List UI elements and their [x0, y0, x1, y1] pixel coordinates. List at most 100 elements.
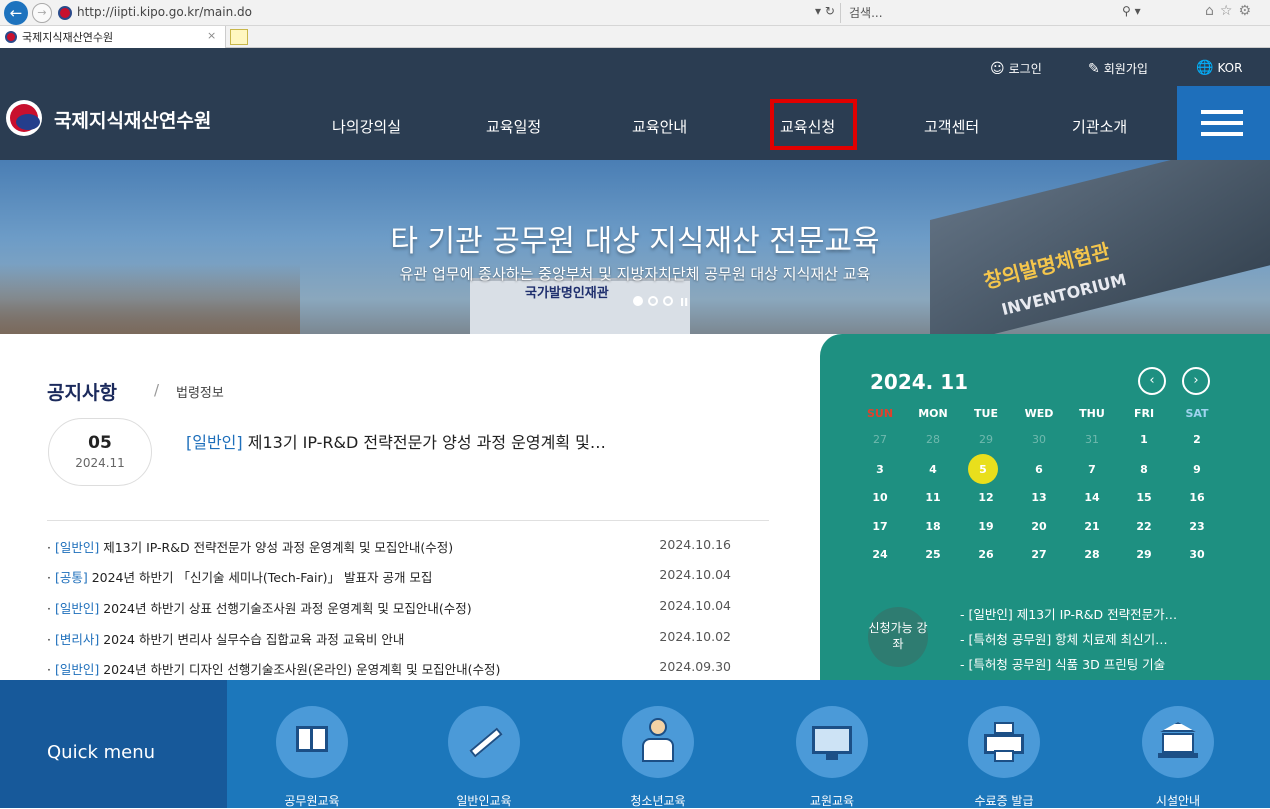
calendar-day[interactable]: 30 — [1182, 548, 1212, 561]
logo-text: 국제지식재산연수원 — [54, 110, 212, 132]
new-tab-button[interactable] — [230, 29, 248, 45]
notice-row[interactable]: · [일반인] 2024년 하반기 디자인 선행기술조사원(온라인) 운영계획 … — [47, 659, 769, 681]
pause-icon[interactable]: II — [680, 296, 688, 309]
notice-tab[interactable]: 공지사항 — [47, 378, 117, 405]
calendar-day[interactable]: 26 — [971, 548, 1001, 561]
notice-row[interactable]: · [공통] 2024년 하반기 「신기술 세미나(Tech-Fair)」 발표… — [47, 567, 769, 589]
calendar-day[interactable]: 20 — [1024, 520, 1054, 533]
hero-banner[interactable]: 국가발명인재관 창의발명체험관 INVENTORIUM 타 기관 공무원 대상 … — [0, 160, 1270, 334]
forward-arrow-icon[interactable]: → — [32, 3, 52, 23]
dow-tue: TUE — [974, 407, 998, 420]
calendar-day[interactable]: 31 — [1077, 433, 1107, 446]
slider-dot[interactable] — [633, 296, 643, 306]
slider-dot[interactable] — [663, 296, 673, 306]
calendar-day[interactable]: 18 — [918, 520, 948, 533]
prev-month-icon[interactable]: ‹ — [1138, 367, 1166, 395]
notice-date: 2024.10.16 — [659, 537, 731, 552]
quick-item-public-servant[interactable]: 공무원교육 — [252, 706, 372, 809]
apply-course-link[interactable]: - [특허청 공무원] 항체 치료제 최신기… — [960, 629, 1168, 648]
featured-year-month: 2024.11 — [75, 456, 125, 470]
notice-date: 2024.10.02 — [659, 629, 731, 644]
calendar-day[interactable]: 19 — [971, 520, 1001, 533]
calendar-day[interactable]: 7 — [1077, 463, 1107, 476]
apply-course-link[interactable]: - [일반인] 제13기 IP-R&D 전략전문가… — [960, 604, 1177, 623]
calendar-panel: 2024. 11 ‹ › SUN MON TUE WED THU FRI SAT… — [820, 334, 1270, 680]
calendar-day-today[interactable]: 5 — [968, 463, 998, 476]
calendar-day[interactable]: 12 — [971, 491, 1001, 504]
calendar-day[interactable]: 9 — [1182, 463, 1212, 476]
book-icon — [276, 706, 348, 778]
login-link[interactable]: ☺ 로그인 — [990, 60, 1042, 77]
nav-guide[interactable]: 교육안내 — [632, 116, 687, 137]
calendar-day[interactable]: 28 — [1077, 548, 1107, 561]
calendar-day[interactable]: 14 — [1077, 491, 1107, 504]
calendar-day[interactable]: 27 — [865, 433, 895, 446]
notice-row[interactable]: · [변리사] 2024 하반기 변리사 실무수습 집합교육 과정 교육비 안내… — [47, 629, 769, 651]
nav-support[interactable]: 고객센터 — [924, 116, 979, 137]
globe-icon: 🌐 — [1196, 60, 1214, 76]
monitor-icon — [796, 706, 868, 778]
back-arrow-icon[interactable]: ← — [4, 1, 28, 25]
calendar-day[interactable]: 1 — [1129, 433, 1159, 446]
address-bar[interactable]: http://iipti.kipo.go.kr/main.do — [77, 5, 252, 19]
refresh-icon[interactable]: ▾ ↻ — [815, 4, 835, 18]
notice-date: 2024.10.04 — [659, 598, 731, 613]
featured-notice-link[interactable]: [일반인] 제13기 IP-R&D 전략전문가 양성 과정 운영계획 및… — [186, 429, 606, 453]
pencil-icon — [448, 706, 520, 778]
building-icon — [1142, 706, 1214, 778]
nav-my-classroom[interactable]: 나의강의실 — [332, 116, 401, 137]
calendar-day[interactable]: 2 — [1182, 433, 1212, 446]
calendar-day[interactable]: 6 — [1024, 463, 1054, 476]
highlight-box — [770, 99, 857, 150]
quick-item-facility[interactable]: 시설안내 — [1118, 706, 1238, 809]
calendar-day[interactable]: 24 — [865, 548, 895, 561]
calendar-day[interactable]: 22 — [1129, 520, 1159, 533]
toolbar-icons[interactable]: ⌂☆⚙ — [1205, 3, 1257, 19]
calendar-day[interactable]: 8 — [1129, 463, 1159, 476]
tab-favicon-icon — [5, 31, 17, 43]
quick-item-teacher[interactable]: 교원교육 — [772, 706, 892, 809]
tab-close-icon[interactable]: × — [207, 29, 216, 42]
calendar-day[interactable]: 27 — [1024, 548, 1054, 561]
quick-item-general[interactable]: 일반인교육 — [424, 706, 544, 809]
search-icon[interactable]: ⚲ ▾ — [1122, 4, 1141, 18]
calendar-day[interactable]: 30 — [1024, 433, 1054, 446]
notice-panel: 공지사항 / 법령정보 05 2024.11 [일반인] 제13기 IP-R&D… — [0, 334, 820, 680]
calendar-day[interactable]: 13 — [1024, 491, 1054, 504]
calendar-day[interactable]: 29 — [971, 433, 1001, 446]
divider — [47, 520, 769, 521]
calendar-day[interactable]: 21 — [1077, 520, 1107, 533]
notice-date: 2024.09.30 — [659, 659, 731, 674]
next-month-icon[interactable]: › — [1182, 367, 1210, 395]
notice-row[interactable]: · [일반인] 2024년 하반기 상표 선행기술조사원 과정 운영계획 및 모… — [47, 598, 769, 620]
tab-title: 국제지식재산연수원 — [22, 31, 114, 44]
dow-sun: SUN — [866, 407, 894, 420]
quick-item-certificate[interactable]: 수료증 발급 — [944, 706, 1064, 809]
calendar-day[interactable]: 3 — [865, 463, 895, 476]
calendar-day[interactable]: 23 — [1182, 520, 1212, 533]
calendar-day[interactable]: 17 — [865, 520, 895, 533]
calendar-day[interactable]: 16 — [1182, 491, 1212, 504]
calendar-day[interactable]: 25 — [918, 548, 948, 561]
notice-row[interactable]: · [일반인] 제13기 IP-R&D 전략전문가 양성 과정 운영계획 및 모… — [47, 537, 769, 559]
law-info-tab[interactable]: 법령정보 — [176, 382, 224, 401]
language-select[interactable]: 🌐 KOR — [1196, 60, 1242, 76]
nav-about[interactable]: 기관소개 — [1072, 116, 1127, 137]
calendar-day[interactable]: 10 — [865, 491, 895, 504]
quick-item-youth[interactable]: 청소년교육 — [598, 706, 718, 809]
signup-link[interactable]: ✎ 회원가입 — [1088, 60, 1148, 77]
calendar-day[interactable]: 15 — [1129, 491, 1159, 504]
calendar-day[interactable]: 11 — [918, 491, 948, 504]
notice-date: 2024.10.04 — [659, 567, 731, 582]
slider-dot[interactable] — [648, 296, 658, 306]
hamburger-menu-icon[interactable] — [1177, 86, 1270, 160]
apply-course-link[interactable]: - [특허청 공무원] 식품 3D 프린팅 기술 — [960, 654, 1165, 673]
calendar-day[interactable]: 4 — [918, 463, 948, 476]
featured-title: 제13기 IP-R&D 전략전문가 양성 과정 운영계획 및… — [242, 433, 606, 452]
nav-schedule[interactable]: 교육일정 — [486, 116, 541, 137]
browser-tab[interactable]: 국제지식재산연수원 × — [0, 26, 226, 48]
dow-thu: THU — [1079, 407, 1105, 420]
browser-search-input[interactable]: 검색... — [840, 3, 1140, 23]
calendar-day[interactable]: 29 — [1129, 548, 1159, 561]
calendar-day[interactable]: 28 — [918, 433, 948, 446]
